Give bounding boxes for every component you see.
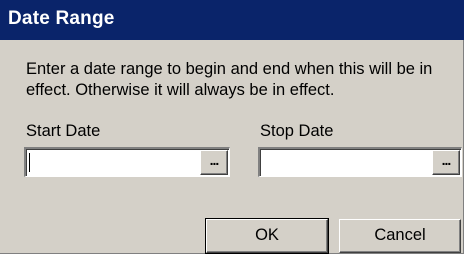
- start-date-input[interactable]: [28, 151, 198, 173]
- stop-date-input[interactable]: [262, 151, 430, 173]
- start-date-browse-button[interactable]: ...: [200, 150, 228, 175]
- date-range-dialog: Date Range Enter a date range to begin a…: [0, 0, 464, 254]
- instructions-text: Enter a date range to begin and end when…: [26, 60, 433, 99]
- cancel-button[interactable]: Cancel: [339, 219, 461, 253]
- title-bar[interactable]: Date Range: [0, 0, 464, 40]
- start-date-field[interactable]: ...: [24, 147, 230, 177]
- stop-date-label: Stop Date: [260, 122, 334, 140]
- text-caret: [29, 153, 30, 172]
- dialog-title: Date Range: [8, 8, 115, 29]
- stop-date-browse-button[interactable]: ...: [432, 150, 460, 175]
- ok-button[interactable]: OK: [205, 218, 329, 254]
- stop-date-field[interactable]: ...: [258, 147, 462, 177]
- start-date-label: Start Date: [26, 122, 101, 140]
